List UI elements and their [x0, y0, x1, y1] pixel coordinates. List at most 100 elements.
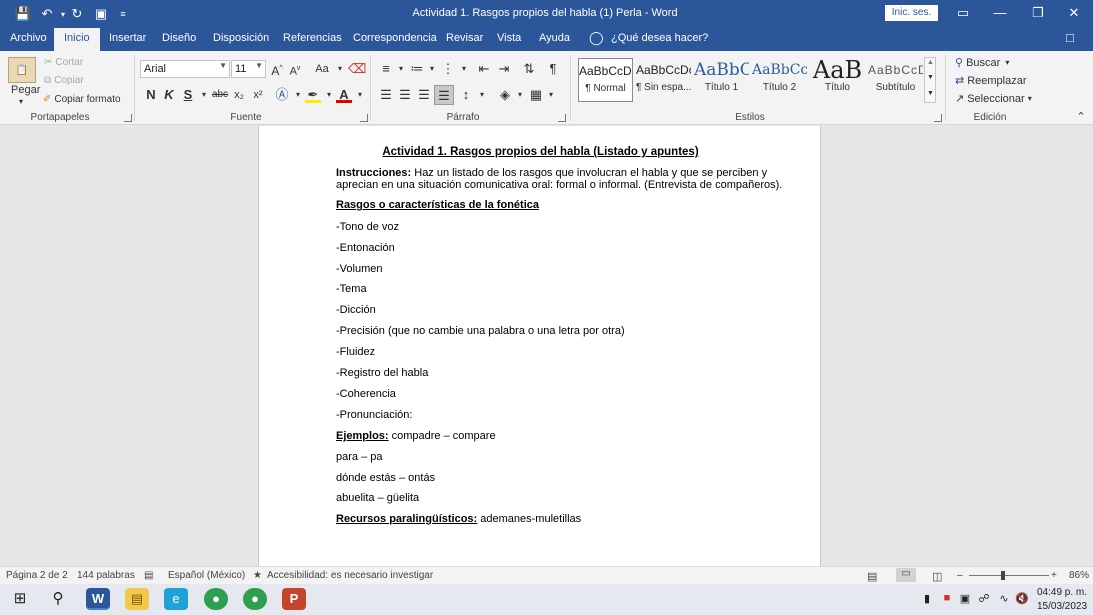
style-normal[interactable]: AaBbCcDc ¶ Normal — [578, 58, 633, 102]
chevron-down-icon[interactable]: ▾ — [474, 87, 490, 103]
tab-correspondencia[interactable]: Correspondencia — [353, 32, 437, 44]
underline-button[interactable]: S — [180, 87, 196, 103]
battery-icon[interactable]: ▮ — [920, 592, 934, 605]
word-count[interactable]: 144 palabras — [77, 570, 135, 581]
save-icon[interactable]: 💾 — [14, 5, 32, 23]
clock-date[interactable]: 15/03/2023 — [1037, 601, 1087, 612]
file-explorer-icon[interactable]: ▤ — [125, 588, 149, 610]
zoom-out-icon[interactable]: – — [957, 570, 963, 581]
zoom-in-icon[interactable]: + — [1051, 570, 1057, 581]
tab-insertar[interactable]: Insertar — [109, 32, 146, 44]
tab-revisar[interactable]: Revisar — [446, 32, 483, 44]
decrease-indent-icon[interactable]: ⇤ — [476, 61, 492, 77]
ribbon-display-icon[interactable]: ▭ — [952, 4, 974, 22]
superscript-button[interactable]: x² — [250, 87, 266, 103]
touch-mode-icon[interactable]: ▣ — [92, 5, 110, 23]
shield-icon[interactable]: ☍ — [977, 592, 991, 605]
grow-font-icon[interactable]: A^ — [269, 61, 285, 78]
clock-time[interactable]: 04:49 p. m. — [1037, 587, 1087, 598]
styles-scroll[interactable]: ▲ ▼ ▼ — [924, 57, 936, 103]
document-page[interactable]: Actividad 1. Rasgos propios del habla (L… — [258, 126, 821, 566]
tab-vista[interactable]: Vista — [497, 32, 521, 44]
shading-icon[interactable]: ◈ — [497, 87, 513, 103]
chevron-down-icon[interactable]: ▾ — [393, 61, 409, 77]
change-case-button[interactable]: Aa — [311, 61, 333, 77]
tell-me-search[interactable]: ¿Qué desea hacer? — [611, 32, 708, 44]
chevron-down-icon[interactable]: ▾ — [332, 61, 348, 77]
tab-referencias[interactable]: Referencias — [283, 32, 342, 44]
pilcrow-icon[interactable]: ¶ — [545, 61, 561, 77]
style-subtitle[interactable]: AaBbCcD Subtítulo — [868, 58, 923, 102]
styles-launcher-icon[interactable] — [934, 114, 942, 122]
chevron-down-icon[interactable]: ▾ — [290, 87, 306, 103]
language-indicator[interactable]: Español (México) — [168, 570, 245, 581]
windows-start-icon[interactable]: ⊞ — [8, 588, 32, 610]
line-spacing-icon[interactable]: ↕ — [458, 87, 474, 103]
tab-disposicion[interactable]: Disposición — [213, 32, 269, 44]
redo-icon[interactable]: ↻ — [68, 5, 86, 23]
shrink-font-icon[interactable]: Av — [287, 61, 303, 78]
web-layout-icon[interactable]: ◫ — [932, 570, 942, 583]
edge-browser-icon[interactable]: e — [164, 588, 188, 610]
chrome-browser-icon[interactable]: ● — [204, 588, 228, 610]
antivirus-icon[interactable]: ■ — [940, 592, 954, 604]
more-styles-icon[interactable]: ▼ — [927, 90, 934, 97]
zoom-level[interactable]: 86% — [1069, 570, 1089, 581]
multilevel-list-icon[interactable]: ⋮ — [440, 61, 456, 77]
restore-button[interactable]: ❐ — [1027, 4, 1049, 22]
align-center-icon[interactable]: ☰ — [397, 87, 413, 103]
chevron-up-icon[interactable]: ▲ — [927, 59, 934, 66]
italic-button[interactable]: K — [161, 87, 177, 103]
clipboard-icon[interactable]: 📋 — [8, 57, 36, 83]
minimize-button[interactable]: — — [989, 4, 1011, 22]
powerpoint-app-icon[interactable]: P — [282, 588, 306, 610]
zoom-slider-thumb[interactable] — [1000, 571, 1005, 580]
subscript-button[interactable]: x₂ — [231, 87, 247, 103]
chevron-down-icon[interactable]: ▾ — [456, 61, 472, 77]
paragraph-launcher-icon[interactable] — [558, 114, 566, 122]
tab-ayuda[interactable]: Ayuda — [539, 32, 570, 44]
strikethrough-button[interactable]: abc — [210, 87, 230, 103]
style-no-spacing[interactable]: AaBbCcDc ¶ Sin espa... — [636, 58, 691, 102]
clipboard-launcher-icon[interactable] — [124, 114, 132, 122]
sign-in-button[interactable]: Inic. ses. — [885, 5, 938, 21]
proofing-icon[interactable]: ▤ — [144, 570, 153, 581]
read-mode-icon[interactable]: ▤ — [867, 570, 877, 583]
chevron-down-icon[interactable]: ▾ — [352, 87, 368, 103]
paste-button[interactable]: Pegar — [11, 84, 40, 96]
cut-button[interactable]: ✂ Cortar — [44, 57, 83, 68]
align-right-icon[interactable]: ☰ — [416, 87, 432, 103]
comments-icon[interactable]: □ — [1066, 30, 1074, 45]
font-name-combo[interactable]: Arial ▼ — [140, 60, 230, 78]
search-icon[interactable]: ⚲ — [46, 588, 70, 610]
borders-icon[interactable]: ▦ — [528, 87, 544, 103]
word-app-icon[interactable]: W — [86, 588, 110, 610]
replace-button[interactable]: ⇄ Reemplazar — [955, 74, 1027, 88]
close-button[interactable]: ✕ — [1063, 4, 1085, 22]
font-launcher-icon[interactable] — [360, 114, 368, 122]
align-left-icon[interactable]: ☰ — [378, 87, 394, 103]
display-icon[interactable]: ▣ — [958, 592, 972, 605]
clear-formatting-icon[interactable]: ⌫ — [348, 61, 366, 77]
page-count[interactable]: Página 2 de 2 — [6, 570, 68, 581]
font-color-icon[interactable]: A — [336, 87, 352, 103]
chevron-down-icon[interactable]: ▾ — [424, 61, 440, 77]
accessibility-status[interactable]: Accesibilidad: es necesario investigar — [267, 570, 433, 581]
customize-toolbar-icon[interactable]: ≡ — [114, 5, 132, 23]
paste-dropdown-icon[interactable]: ▾ — [19, 97, 23, 106]
find-button[interactable]: ⚲ Buscar ▾ — [955, 56, 1009, 70]
highlight-icon[interactable]: ✒ — [305, 87, 321, 103]
wifi-icon[interactable]: ∿ — [997, 592, 1011, 605]
volume-muted-icon[interactable]: 🔇 — [1015, 592, 1029, 605]
tab-diseno[interactable]: Diseño — [162, 32, 196, 44]
collapse-ribbon-icon[interactable]: ⌃ — [1073, 109, 1089, 125]
bullets-icon[interactable]: ≡ — [378, 61, 394, 77]
text-effects-icon[interactable]: Ⓐ — [274, 87, 290, 103]
chevron-down-icon[interactable]: ▼ — [927, 74, 934, 81]
format-painter-button[interactable]: ✐ Copiar formato — [43, 94, 121, 105]
copy-button[interactable]: ⧉ Copiar — [44, 75, 84, 86]
chevron-down-icon[interactable]: ▾ — [543, 87, 559, 103]
chevron-down-icon[interactable]: ▾ — [321, 87, 337, 103]
bold-button[interactable]: N — [143, 87, 159, 103]
print-layout-icon[interactable]: ▭ — [896, 568, 916, 582]
